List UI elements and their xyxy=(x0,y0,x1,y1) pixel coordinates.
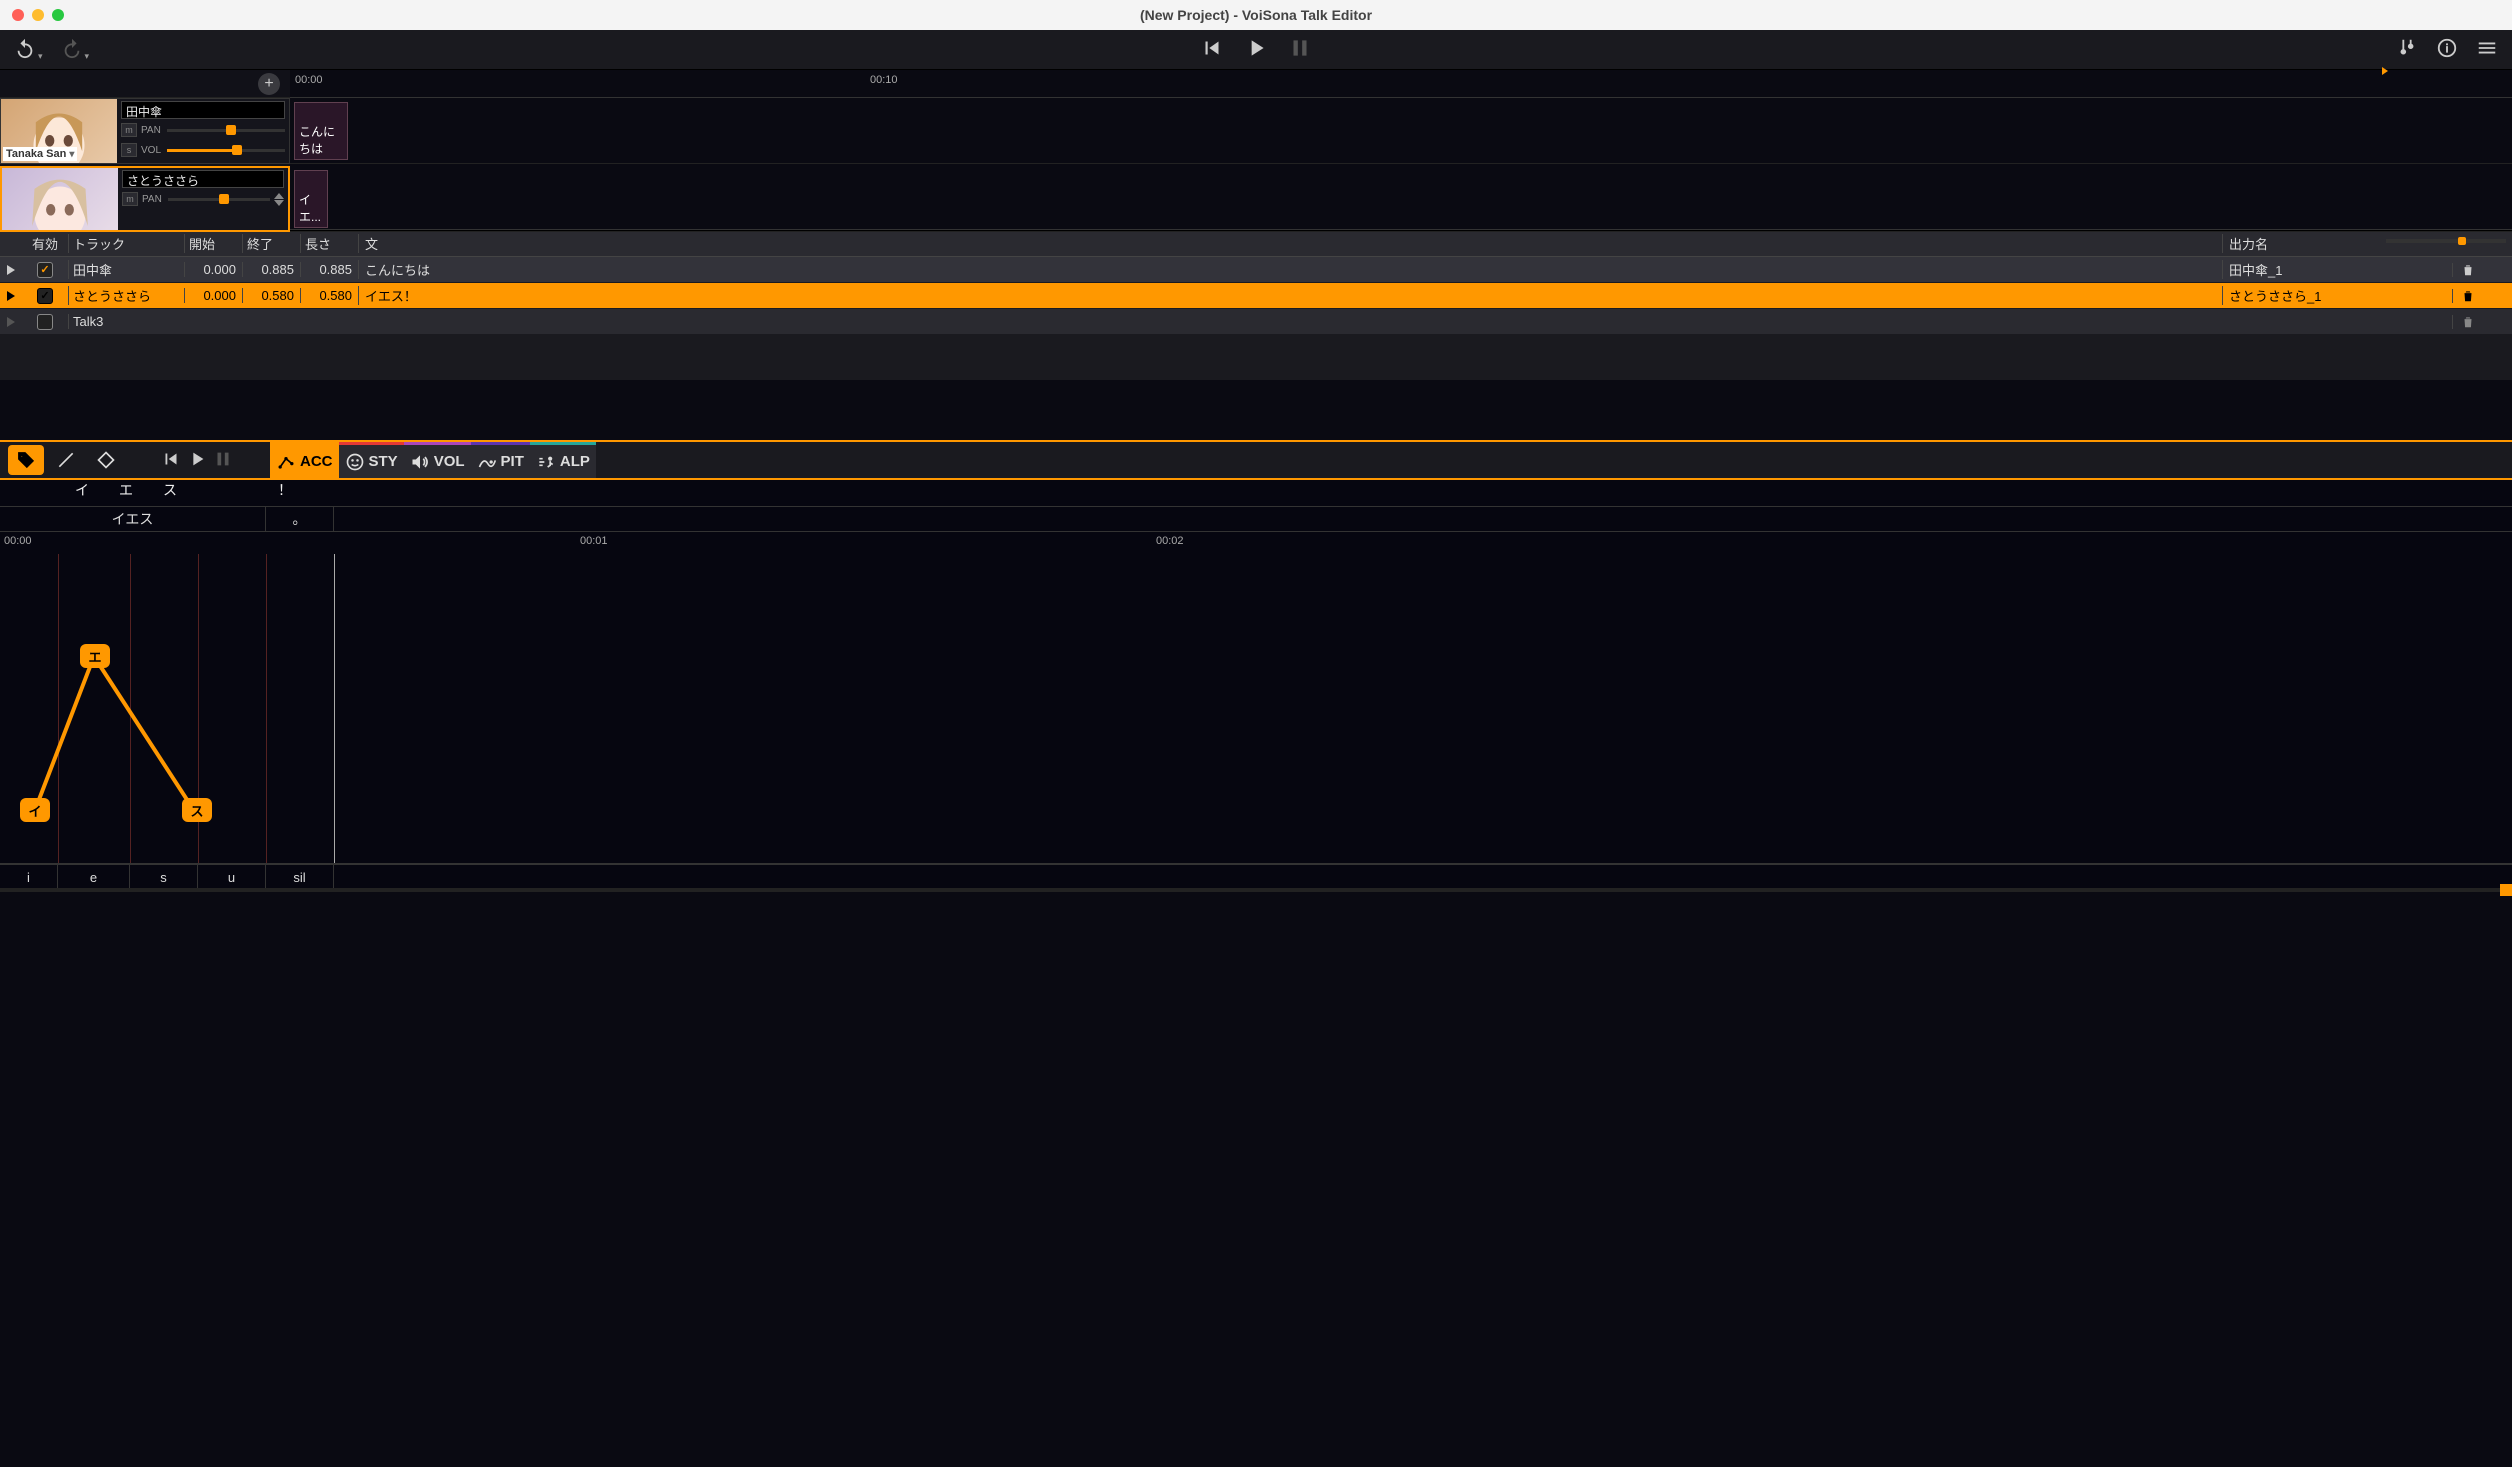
word-cell[interactable]: イエス xyxy=(0,507,266,531)
word-cell[interactable]: 。 xyxy=(266,507,334,531)
zoom-slider[interactable] xyxy=(2386,239,2506,243)
accent-graph[interactable]: イ エ ス xyxy=(0,554,2512,864)
mixer-icon[interactable] xyxy=(2396,37,2418,62)
track-headers: + Tanaka San ▾ 田中傘 m PAN s VOL さとうささら mPAN xyxy=(0,70,290,229)
avatar-label: Tanaka San xyxy=(6,148,66,160)
solo-button[interactable]: s xyxy=(121,143,137,157)
menu-icon[interactable] xyxy=(2476,37,2498,62)
mute-button[interactable]: m xyxy=(122,192,138,206)
enabled-checkbox[interactable] xyxy=(37,314,53,330)
close-window[interactable] xyxy=(12,9,24,21)
editor-skip-back[interactable] xyxy=(160,448,182,473)
tracks-area: + Tanaka San ▾ 田中傘 m PAN s VOL さとうささら mPAN xyxy=(0,70,2512,230)
delete-row-button[interactable] xyxy=(2452,289,2482,303)
tab-sty[interactable]: STY xyxy=(339,442,404,478)
play-row-button[interactable] xyxy=(0,265,22,275)
line-tool[interactable] xyxy=(48,445,84,475)
clip-lane-0[interactable]: こんにちは xyxy=(290,98,2512,164)
avatar[interactable]: Tanaka San ▾ xyxy=(1,99,117,163)
h-scrollbar[interactable] xyxy=(0,888,2512,892)
word-row: イエス 。 xyxy=(0,506,2512,532)
delete-row-button[interactable] xyxy=(2452,263,2482,277)
zoom-arrow-icon[interactable] xyxy=(2382,67,2388,75)
vol-slider[interactable] xyxy=(167,149,285,152)
vol-label: VOL xyxy=(141,145,163,156)
window-controls xyxy=(12,9,64,21)
redo-button[interactable] xyxy=(61,37,90,62)
undo-button[interactable] xyxy=(14,37,43,62)
playhead[interactable] xyxy=(334,554,335,863)
tab-pit[interactable]: PIT xyxy=(471,442,530,478)
table-row[interactable]: 田中傘 0.000 0.885 0.885 こんにちは 田中傘_1 xyxy=(0,257,2512,283)
scroll-up-icon[interactable] xyxy=(274,193,284,199)
enabled-checkbox[interactable] xyxy=(37,262,53,278)
play-button[interactable] xyxy=(1243,35,1269,64)
minimize-window[interactable] xyxy=(32,9,44,21)
scroll-down-icon[interactable] xyxy=(274,200,284,206)
timeline[interactable]: 00:00 00:10 こんにちは イエ... xyxy=(290,70,2512,229)
editor-play[interactable] xyxy=(186,448,208,473)
play-row-button[interactable] xyxy=(0,291,22,301)
play-row-button[interactable] xyxy=(0,317,22,327)
pan-label: PAN xyxy=(141,125,163,136)
accent-node[interactable]: イ xyxy=(20,798,50,822)
diamond-tool[interactable] xyxy=(88,445,124,475)
pan-slider[interactable] xyxy=(168,198,270,201)
mute-button[interactable]: m xyxy=(121,123,137,137)
editor-pane: イ エ ス ！ イエス 。 00:00 00:01 00:02 イ エ ス i … xyxy=(0,480,2512,892)
ruler-mark: 00:10 xyxy=(870,74,898,86)
timeline-ruler[interactable]: 00:00 00:10 xyxy=(290,70,2512,98)
accent-node[interactable]: ス xyxy=(182,798,212,822)
editor-ruler[interactable]: 00:00 00:01 00:02 xyxy=(0,532,2512,554)
track-name-input[interactable]: 田中傘 xyxy=(121,101,285,119)
titlebar: (New Project) - VoiSona Talk Editor xyxy=(0,0,2512,30)
kana-row: イ エ ス ！ xyxy=(0,480,2512,506)
info-icon[interactable] xyxy=(2436,37,2458,62)
track-header-1[interactable]: さとうささら mPAN xyxy=(0,166,290,232)
clip[interactable]: こんにちは xyxy=(294,102,348,160)
avatar[interactable] xyxy=(2,168,118,230)
clip[interactable]: イエ... xyxy=(294,170,328,228)
delete-row-button[interactable] xyxy=(2452,315,2482,329)
enabled-checkbox[interactable] xyxy=(37,288,53,304)
editor-pause[interactable] xyxy=(212,448,234,473)
table-header: 有効 トラック 開始 終了 長さ 文 出力名 xyxy=(0,231,2512,257)
kana-cell[interactable]: ！ xyxy=(192,480,332,506)
skip-back-button[interactable] xyxy=(1199,35,1225,64)
pan-slider[interactable] xyxy=(167,129,285,132)
main-toolbar xyxy=(0,30,2512,70)
window-title: (New Project) - VoiSona Talk Editor xyxy=(1140,7,1372,23)
table-row[interactable]: Talk3 xyxy=(0,309,2512,335)
tab-vol[interactable]: VOL xyxy=(404,442,471,478)
tag-tool[interactable] xyxy=(8,445,44,475)
track-name-input[interactable]: さとうささら xyxy=(122,170,284,188)
phrase-table: 有効 トラック 開始 終了 長さ 文 出力名 田中傘 0.000 0.885 0… xyxy=(0,230,2512,380)
tab-acc[interactable]: ACC xyxy=(270,442,339,478)
pause-button[interactable] xyxy=(1287,35,1313,64)
kana-cell[interactable]: ス xyxy=(148,480,192,506)
kana-cell[interactable]: イ xyxy=(60,480,104,506)
zoom-window[interactable] xyxy=(52,9,64,21)
add-track-button[interactable]: + xyxy=(258,73,280,95)
kana-cell[interactable]: エ xyxy=(104,480,148,506)
tab-alp[interactable]: ALP xyxy=(530,442,596,478)
table-row[interactable]: さとうささら 0.000 0.580 0.580 イエス！ さとうささら_1 xyxy=(0,283,2512,309)
accent-node[interactable]: エ xyxy=(80,644,110,668)
ruler-mark: 00:00 xyxy=(295,74,323,86)
editor-toolbar: ACC STY VOL PIT ALP xyxy=(0,440,2512,480)
clip-lane-1[interactable]: イエ... xyxy=(290,166,2512,232)
track-header-0[interactable]: Tanaka San ▾ 田中傘 m PAN s VOL xyxy=(0,98,290,164)
